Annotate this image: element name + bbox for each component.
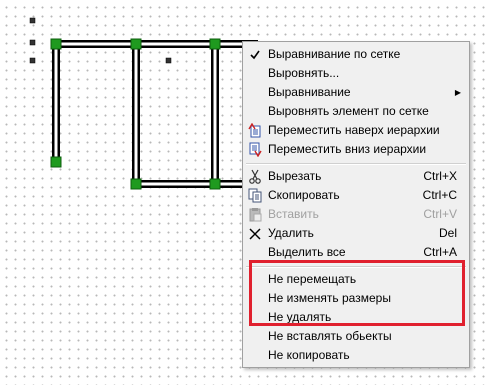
pipe-drawing[interactable] xyxy=(50,38,258,190)
menu-item-lock-insert[interactable]: Не вставлять обьекты xyxy=(243,327,469,346)
pipe-node xyxy=(50,38,62,50)
menu-item-select-all[interactable]: Выделить все Ctrl+A xyxy=(243,243,469,262)
selection-handle xyxy=(29,57,36,64)
submenu-arrow-icon: ▶ xyxy=(454,88,461,97)
copy-icon xyxy=(247,186,263,205)
menu-item-cut[interactable]: Вырезать Ctrl+X xyxy=(243,167,469,186)
selection-handle xyxy=(29,39,36,46)
pipe-node xyxy=(209,38,221,50)
menu-item-delete[interactable]: Удалить Del xyxy=(243,224,469,243)
menu-item-paste[interactable]: Вставить Ctrl+V xyxy=(243,205,469,224)
scissors-icon xyxy=(247,167,263,186)
delete-x-icon xyxy=(247,224,263,243)
context-menu: Выравнивание по сетке Выровнять... Вырав… xyxy=(242,41,470,368)
menu-item-send-to-back[interactable]: Переместить вниз иерархии xyxy=(243,140,469,159)
bring-to-front-icon xyxy=(247,121,263,140)
menu-item-lock-move[interactable]: Не перемещать xyxy=(243,270,469,289)
checkmark-icon xyxy=(247,45,263,64)
pipe-node xyxy=(50,156,62,168)
menu-separator xyxy=(246,163,466,165)
selection-handle xyxy=(165,57,172,64)
menu-item-align-element-to-grid[interactable]: Выровнять элемент по сетке xyxy=(243,102,469,121)
menu-item-bring-to-front[interactable]: Переместить наверх иерархии xyxy=(243,121,469,140)
menu-separator xyxy=(246,266,466,268)
pipe-node xyxy=(130,178,142,190)
send-to-back-icon xyxy=(247,140,263,159)
menu-item-lock-resize[interactable]: Не изменять размеры xyxy=(243,289,469,308)
menu-item-lock-copy[interactable]: Не копировать xyxy=(243,346,469,365)
selection-handle xyxy=(29,17,36,24)
menu-item-copy[interactable]: Скопировать Ctrl+C xyxy=(243,186,469,205)
paste-icon xyxy=(247,205,263,224)
pipe-node xyxy=(209,178,221,190)
menu-item-align-dialog[interactable]: Выровнять... xyxy=(243,64,469,83)
menu-item-snap-to-grid[interactable]: Выравнивание по сетке xyxy=(243,45,469,64)
menu-item-alignment-submenu[interactable]: Выравнивание ▶ xyxy=(243,83,469,102)
menu-item-lock-delete[interactable]: Не удалять xyxy=(243,308,469,327)
pipe-node xyxy=(130,38,142,50)
